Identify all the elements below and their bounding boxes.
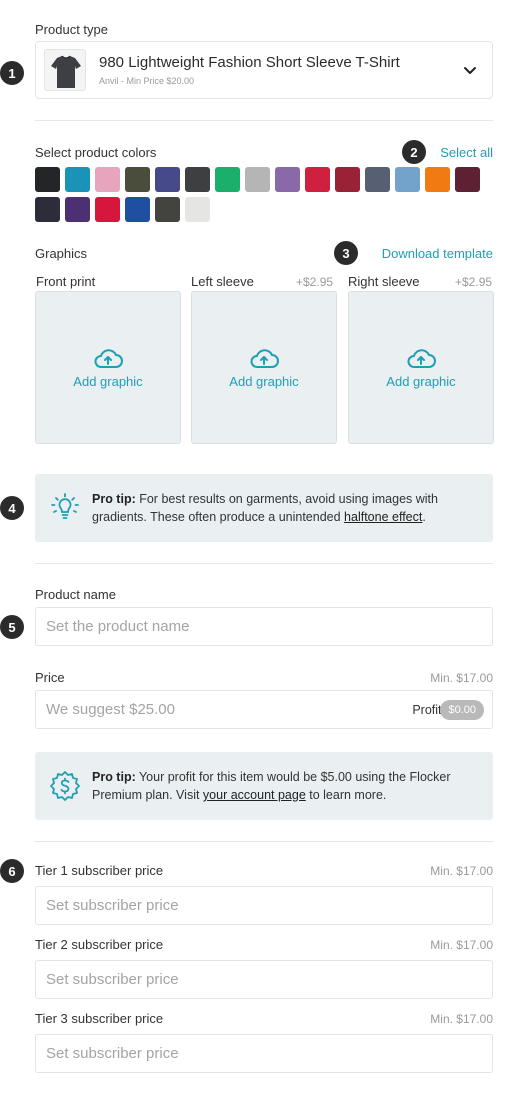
lightbulb-icon bbox=[51, 493, 79, 519]
color-swatch-list bbox=[35, 167, 495, 227]
color-swatch[interactable] bbox=[35, 197, 60, 222]
pro-tip-end: . bbox=[422, 510, 426, 524]
tier-1-label: Tier 1 subscriber price bbox=[35, 863, 164, 878]
right-sleeve-label: Right sleeve bbox=[348, 274, 420, 289]
tier-2-label: Tier 2 subscriber price bbox=[35, 937, 164, 952]
tier-3-price-input[interactable] bbox=[35, 1034, 493, 1073]
color-swatch[interactable] bbox=[35, 167, 60, 192]
pro-tip-halftone: Pro tip: For best results on garments, a… bbox=[35, 474, 493, 542]
product-type-subtitle: Anvil - Min Price $20.00 bbox=[99, 76, 195, 86]
product-type-label: Product type bbox=[35, 22, 108, 37]
step-badge-3: 3 bbox=[334, 241, 358, 265]
color-swatch[interactable] bbox=[95, 167, 120, 192]
color-swatch[interactable] bbox=[65, 167, 90, 192]
divider bbox=[35, 841, 493, 842]
color-swatch[interactable] bbox=[455, 167, 480, 192]
color-swatch[interactable] bbox=[215, 167, 240, 192]
color-swatch[interactable] bbox=[395, 167, 420, 192]
color-swatch[interactable] bbox=[125, 197, 150, 222]
color-swatch[interactable] bbox=[275, 167, 300, 192]
add-graphic-label: Add graphic bbox=[229, 374, 299, 389]
cloud-upload-icon bbox=[407, 349, 436, 368]
color-swatch[interactable] bbox=[95, 197, 120, 222]
tier-2-min: Min. $17.00 bbox=[430, 938, 493, 952]
step-badge-5: 5 bbox=[0, 615, 24, 639]
step-badge-4: 4 bbox=[0, 496, 24, 520]
graphics-label: Graphics bbox=[35, 246, 88, 261]
add-graphic-label: Add graphic bbox=[73, 374, 143, 389]
cloud-upload-icon bbox=[250, 349, 279, 368]
front-print-upload[interactable]: Add graphic bbox=[35, 291, 181, 444]
tier-1-min: Min. $17.00 bbox=[430, 864, 493, 878]
tier-3-min: Min. $17.00 bbox=[430, 1012, 493, 1026]
cloud-upload-icon bbox=[94, 349, 123, 368]
halftone-effect-link[interactable]: halftone effect bbox=[344, 510, 422, 524]
account-page-link[interactable]: your account page bbox=[203, 788, 306, 802]
price-min: Min. $17.00 bbox=[430, 671, 493, 685]
color-swatch[interactable] bbox=[155, 197, 180, 222]
tier-2-price-input[interactable] bbox=[35, 960, 493, 999]
step-badge-6: 6 bbox=[0, 859, 24, 883]
step-badge-2: 2 bbox=[402, 140, 426, 164]
left-sleeve-label: Left sleeve bbox=[191, 274, 254, 289]
colors-label: Select product colors bbox=[35, 145, 157, 160]
color-swatch[interactable] bbox=[245, 167, 270, 192]
tier-3-label: Tier 3 subscriber price bbox=[35, 1011, 164, 1026]
tier-1-price-input[interactable] bbox=[35, 886, 493, 925]
color-swatch[interactable] bbox=[65, 197, 90, 222]
product-type-select[interactable]: 980 Lightweight Fashion Short Sleeve T-S… bbox=[35, 41, 493, 99]
add-graphic-label: Add graphic bbox=[386, 374, 456, 389]
right-sleeve-price: +$2.95 bbox=[455, 275, 493, 289]
pro-tip-title: Pro tip: bbox=[92, 492, 136, 506]
product-name-input[interactable] bbox=[35, 607, 493, 646]
color-swatch[interactable] bbox=[185, 197, 210, 222]
step-badge-1: 1 bbox=[0, 61, 24, 85]
dollar-badge-icon bbox=[50, 771, 80, 801]
pro-tip-premium: Pro tip: Your profit for this item would… bbox=[35, 752, 493, 820]
price-label: Price bbox=[35, 670, 65, 685]
pro-tip-end: to learn more. bbox=[305, 788, 387, 802]
color-swatch[interactable] bbox=[185, 167, 210, 192]
color-swatch[interactable] bbox=[365, 167, 390, 192]
pro-tip-title: Pro tip: bbox=[92, 770, 136, 784]
right-sleeve-upload[interactable]: Add graphic bbox=[348, 291, 494, 444]
color-swatch[interactable] bbox=[155, 167, 180, 192]
front-print-label: Front print bbox=[36, 274, 96, 289]
left-sleeve-upload[interactable]: Add graphic bbox=[191, 291, 337, 444]
color-swatch[interactable] bbox=[305, 167, 330, 192]
color-swatch[interactable] bbox=[125, 167, 150, 192]
product-thumbnail bbox=[44, 49, 86, 91]
color-swatch[interactable] bbox=[425, 167, 450, 192]
left-sleeve-price: +$2.95 bbox=[296, 275, 334, 289]
profit-value-badge: $0.00 bbox=[440, 700, 484, 720]
divider bbox=[35, 120, 493, 121]
chevron-down-icon[interactable] bbox=[462, 62, 478, 78]
product-type-name: 980 Lightweight Fashion Short Sleeve T-S… bbox=[99, 54, 400, 71]
select-all-link[interactable]: Select all bbox=[440, 145, 493, 160]
product-name-label: Product name bbox=[35, 587, 116, 602]
download-template-link[interactable]: Download template bbox=[382, 246, 493, 261]
color-swatch[interactable] bbox=[335, 167, 360, 192]
divider bbox=[35, 563, 493, 564]
